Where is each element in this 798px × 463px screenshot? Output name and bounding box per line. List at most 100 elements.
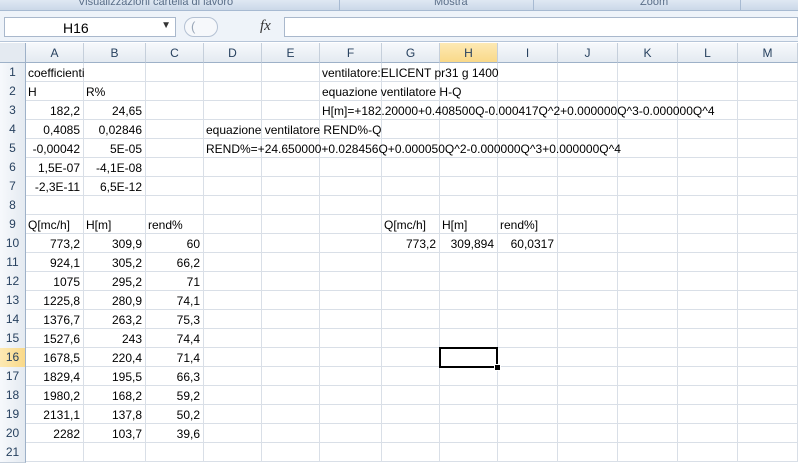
select-all-corner[interactable] [0,43,26,63]
row-header-13[interactable]: 13 [0,291,26,311]
cell-b7[interactable]: 6,5E-12 [84,177,142,197]
row-header-8[interactable]: 8 [0,196,26,216]
row-header-9[interactable]: 9 [0,215,26,235]
cell-g9[interactable]: Q[mc/h] [382,215,426,235]
row-header-2[interactable]: 2 [0,82,26,102]
column-header-e[interactable]: E [262,43,320,63]
cell-b15[interactable]: 243 [84,329,142,349]
cell-a4[interactable]: 0,4085 [26,120,80,140]
column-header-h[interactable]: H [440,43,498,63]
row-header-11[interactable]: 11 [0,253,26,273]
cell-f1[interactable]: ventilatore:ELICENT pr31 g 1400 [320,63,499,83]
insert-function-icon[interactable]: fx [260,18,271,35]
formula-input[interactable] [284,17,798,37]
cell-c11[interactable]: 66,2 [146,253,200,273]
cell-b9[interactable]: H[m] [84,215,111,235]
column-header-a[interactable]: A [26,43,84,63]
cell-c18[interactable]: 59,2 [146,386,200,406]
cell-b19[interactable]: 137,8 [84,405,142,425]
row-header-17[interactable]: 17 [0,367,26,387]
cell-c12[interactable]: 71 [146,272,200,292]
cell-a11[interactable]: 924,1 [26,253,80,273]
row-header-21[interactable]: 21 [0,443,26,463]
row-header-3[interactable]: 3 [0,101,26,121]
cell-a12[interactable]: 1075 [26,272,80,292]
row-header-5[interactable]: 5 [0,139,26,159]
cell-b17[interactable]: 195,5 [84,367,142,387]
row-header-16[interactable]: 16 [0,348,26,368]
column-header-k[interactable]: K [618,43,678,63]
chevron-down-icon[interactable]: ▼ [161,20,171,31]
cell-b20[interactable]: 103,7 [84,424,142,444]
cell-b4[interactable]: 0,02846 [84,120,142,140]
cell-a3[interactable]: 182,2 [26,101,80,121]
cell-c17[interactable]: 66,3 [146,367,200,387]
row-header-14[interactable]: 14 [0,310,26,330]
cell-a18[interactable]: 1980,2 [26,386,80,406]
cell-i9[interactable]: rend%] [498,215,538,235]
column-header-m[interactable]: M [738,43,798,63]
cell-b14[interactable]: 263,2 [84,310,142,330]
cell-b13[interactable]: 280,9 [84,291,142,311]
column-header-b[interactable]: B [84,43,146,63]
row-header-7[interactable]: 7 [0,177,26,197]
row-header-18[interactable]: 18 [0,386,26,406]
row-header-6[interactable]: 6 [0,158,26,178]
cell-b2[interactable]: R% [84,82,105,102]
cell-a6[interactable]: 1,5E-07 [26,158,80,178]
cell-f3[interactable]: H[m]=+182.20000+0.408500Q-0.000417Q^2+0.… [320,101,715,121]
cell-c10[interactable]: 60 [146,234,200,254]
cell-h9[interactable]: H[m] [440,215,467,235]
cell-c9[interactable]: rend% [146,215,183,235]
cell-a14[interactable]: 1376,7 [26,310,80,330]
cell-c13[interactable]: 74,1 [146,291,200,311]
cell-c15[interactable]: 74,4 [146,329,200,349]
cell-a16[interactable]: 1678,5 [26,348,80,368]
fill-handle[interactable] [494,364,501,371]
row-header-10[interactable]: 10 [0,234,26,254]
cell-b10[interactable]: 309,9 [84,234,142,254]
row-header-15[interactable]: 15 [0,329,26,349]
column-header-c[interactable]: C [146,43,204,63]
cell-c14[interactable]: 75,3 [146,310,200,330]
cell-a10[interactable]: 773,2 [26,234,80,254]
cell-h10[interactable]: 309,894 [440,234,494,254]
cell-b16[interactable]: 220,4 [84,348,142,368]
row-header-4[interactable]: 4 [0,120,26,140]
active-cell-selection[interactable] [439,347,498,368]
row-header-20[interactable]: 20 [0,424,26,444]
cell-a1[interactable]: coefficienti [26,63,84,83]
name-box[interactable]: H16 ▼ [4,17,176,37]
column-header-g[interactable]: G [382,43,440,63]
column-header-f[interactable]: F [320,43,382,63]
cell-b6[interactable]: -4,1E-08 [84,158,142,178]
column-header-i[interactable]: I [498,43,558,63]
cell-f2[interactable]: equazione ventilatore H-Q [320,82,461,102]
cell-c19[interactable]: 50,2 [146,405,200,425]
cell-c16[interactable]: 71,4 [146,348,200,368]
column-header-d[interactable]: D [204,43,262,63]
cell-a9[interactable]: Q[mc/h] [26,215,70,235]
cell-b12[interactable]: 295,2 [84,272,142,292]
column-header-l[interactable]: L [678,43,738,63]
cell-g10[interactable]: 773,2 [382,234,436,254]
cell-a17[interactable]: 1829,4 [26,367,80,387]
cell-a20[interactable]: 2282 [26,424,80,444]
cell-a19[interactable]: 2131,1 [26,405,80,425]
cell-c20[interactable]: 39,6 [146,424,200,444]
cell-a2[interactable]: H [26,82,37,102]
row-header-1[interactable]: 1 [0,63,26,83]
expand-formula-handle[interactable]: ( [184,17,218,37]
cell-a5[interactable]: -0,00042 [26,139,80,159]
cell-d4[interactable]: equazione ventilatore REND%-Q [204,120,381,140]
row-header-12[interactable]: 12 [0,272,26,292]
cell-d5[interactable]: REND%=+24.650000+0.028456Q+0.000050Q^2-0… [204,139,621,159]
row-header-19[interactable]: 19 [0,405,26,425]
cell-b3[interactable]: 24,65 [84,101,142,121]
cell-b11[interactable]: 305,2 [84,253,142,273]
column-header-j[interactable]: J [558,43,618,63]
cell-a7[interactable]: -2,3E-11 [26,177,80,197]
cell-i10[interactable]: 60,0317 [498,234,554,254]
cell-b5[interactable]: 5E-05 [84,139,142,159]
cell-b18[interactable]: 168,2 [84,386,142,406]
